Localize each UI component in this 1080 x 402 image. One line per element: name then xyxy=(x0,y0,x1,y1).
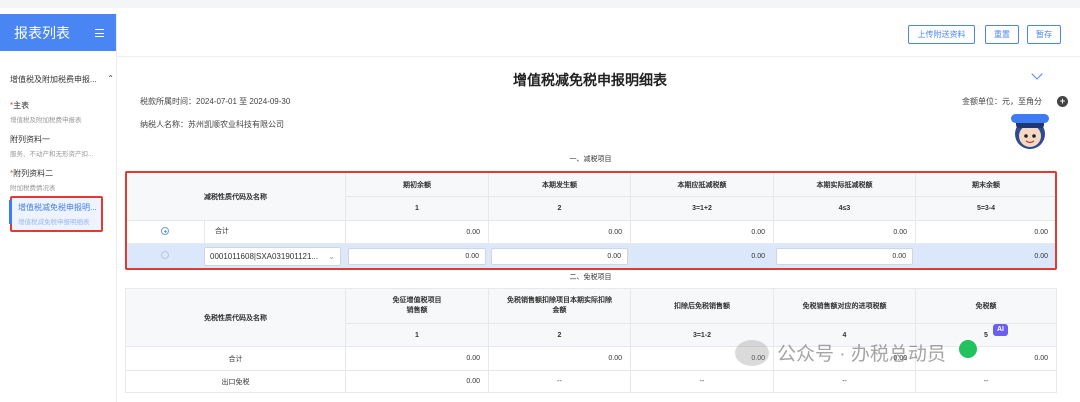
table-row: 0001011608|SXA031901121... ⌄ 0.00 0.00 0… xyxy=(125,243,1057,269)
deductible-amount: 0.00 xyxy=(630,243,774,269)
current-amount-input[interactable]: 0.00 xyxy=(491,247,628,265)
assistant-mascot-icon[interactable] xyxy=(1007,110,1053,150)
total-value: 0.00 xyxy=(488,346,631,371)
col-header: 本期发生额 xyxy=(488,172,631,197)
total-value: 0.00 xyxy=(488,220,631,244)
wechat-logo-icon xyxy=(735,339,769,366)
col-header: 期末余额 xyxy=(915,172,1057,197)
sidebar-item-sublabel: 增值税及附加税费申报表 xyxy=(10,117,82,124)
taxpayer-name: 纳税人名称：苏州凯顺农业科技有限公司 xyxy=(140,120,284,129)
form-title: 增值税减免税申报明细表 xyxy=(513,72,667,88)
col-number: 3=1+2 xyxy=(630,196,774,221)
col-header: 期初余额 xyxy=(345,172,489,197)
sidebar-item-label: 附列资料二 xyxy=(13,169,54,178)
total-label-cell: 合计 xyxy=(125,220,346,244)
sidebar-group-vat[interactable]: 增值税及附加税费申报... ⌃ xyxy=(10,74,114,85)
export-value: -- xyxy=(773,370,916,393)
total-value: 0.00 xyxy=(630,220,774,244)
chevron-up-icon: ⌃ xyxy=(107,74,114,83)
col-header-exemption-code: 免税性质代码及名称 xyxy=(125,288,346,347)
delete-row-icon[interactable] xyxy=(161,251,169,259)
col-header-reduction-code: 减税性质代码及名称 xyxy=(125,172,346,221)
add-row-icon[interactable] xyxy=(161,227,169,235)
reduction-code-value: 0001011608|SXA031901121... xyxy=(210,251,319,261)
col-header: 免征增值税项目 销售额 xyxy=(345,288,489,324)
sidebar-item-label: 主表 xyxy=(13,101,30,110)
col-header: 本期实际抵减税额 xyxy=(773,172,916,197)
export-exemption-label: 出口免税 xyxy=(125,370,346,393)
sidebar-item-sublabel: 服务、不动产和无形资产扣... xyxy=(10,151,94,158)
entry-code-cell: 0001011608|SXA031901121... ⌄ xyxy=(125,243,346,269)
table-row: 合计 0.00 0.00 0.00 0.00 0.00 xyxy=(125,220,1057,244)
hamburger-icon[interactable] xyxy=(95,28,104,37)
col-header: 本期应抵减税额 xyxy=(630,172,774,197)
export-value: -- xyxy=(915,370,1057,393)
sidebar-item-attachment-1[interactable]: 附列资料一 服务、不动产和无形资产扣... xyxy=(10,134,110,158)
amount-unit: 金额单位：元，至角分 xyxy=(962,97,1042,106)
sidebar-item-attachment-2[interactable]: *附列资料二 附加税费情况表 xyxy=(10,168,110,192)
watermark: 公众号 · 办税总动员 xyxy=(735,339,946,366)
total-value: 0.00 xyxy=(345,220,489,244)
sidebar-item-label: 附列资料一 xyxy=(10,135,50,144)
export-value: -- xyxy=(630,370,774,393)
plus-circle-icon[interactable]: + xyxy=(1057,96,1068,107)
total-value: 0.00 xyxy=(915,220,1057,244)
header-divider xyxy=(117,56,1080,57)
col-number: 1 xyxy=(345,323,489,347)
tax-period: 税款所属时间：2024-07-01 至 2024-09-30 xyxy=(140,97,291,106)
ai-badge[interactable]: AI xyxy=(993,324,1008,336)
status-dot-icon xyxy=(957,338,979,360)
export-value: -- xyxy=(488,370,631,393)
sidebar-item-main-form[interactable]: *主表 增值税及附加税费申报表 xyxy=(10,100,110,124)
upload-attachments-button[interactable]: 上传附送资料 xyxy=(908,25,975,44)
table-row: 出口免税 0.00 -- -- -- -- xyxy=(125,370,1057,393)
col-number: 4≤3 xyxy=(773,196,916,221)
section-reduction-title: 一、减税项目 xyxy=(569,156,612,163)
opening-balance-input[interactable]: 0.00 xyxy=(348,247,486,265)
sidebar-item-sublabel: 附加税费情况表 xyxy=(10,185,56,192)
sidebar-item-vat-reduction-detail[interactable]: 增值税减免税申报明... 增值税减免税申报明细表 xyxy=(9,196,103,232)
reduction-table: 减税性质代码及名称 期初余额 本期发生额 本期应抵减税额 本期实际抵减税额 期末… xyxy=(125,172,1057,269)
sidebar-item-label: 增值税减免税申报明... xyxy=(18,203,97,212)
total-label: 合计 xyxy=(125,346,346,371)
reset-button[interactable]: 重置 xyxy=(985,25,1019,44)
chevron-down-icon: ⌄ xyxy=(328,251,335,261)
col-number: 2 xyxy=(488,196,631,221)
top-strip xyxy=(0,0,1080,8)
col-header: 免税额 xyxy=(915,288,1057,324)
total-value: 0.00 xyxy=(773,220,916,244)
col-number: 5=3-4 xyxy=(915,196,1057,221)
export-value: 0.00 xyxy=(345,370,489,393)
sidebar-title: 报表列表 xyxy=(14,24,70,41)
col-header: 免税销售额扣除项目本期实际扣除 金额 xyxy=(488,288,631,324)
col-header: 扣除后免税销售额 xyxy=(630,288,774,324)
watermark-text: 公众号 · 办税总动员 xyxy=(777,344,946,365)
total-label: 合计 xyxy=(204,221,345,243)
total-value: 0.00 xyxy=(345,346,489,371)
col-header: 免税销售额对应的进项税额 xyxy=(773,288,916,324)
actual-deducted-input[interactable]: 0.00 xyxy=(776,247,913,265)
col-number: 1 xyxy=(345,196,489,221)
save-draft-button[interactable]: 暂存 xyxy=(1027,25,1061,44)
sidebar-item-sublabel: 增值税减免税申报明细表 xyxy=(18,219,90,226)
reduction-code-select[interactable]: 0001011608|SXA031901121... ⌄ xyxy=(204,246,341,266)
section-exemption-title: 二、免税项目 xyxy=(569,274,612,281)
col-number: 2 xyxy=(488,323,631,347)
closing-balance: 0.00 xyxy=(915,243,1057,269)
sidebar-group-label: 增值税及附加税费申报... xyxy=(10,75,97,84)
sidebar-header: 报表列表 xyxy=(0,14,116,51)
